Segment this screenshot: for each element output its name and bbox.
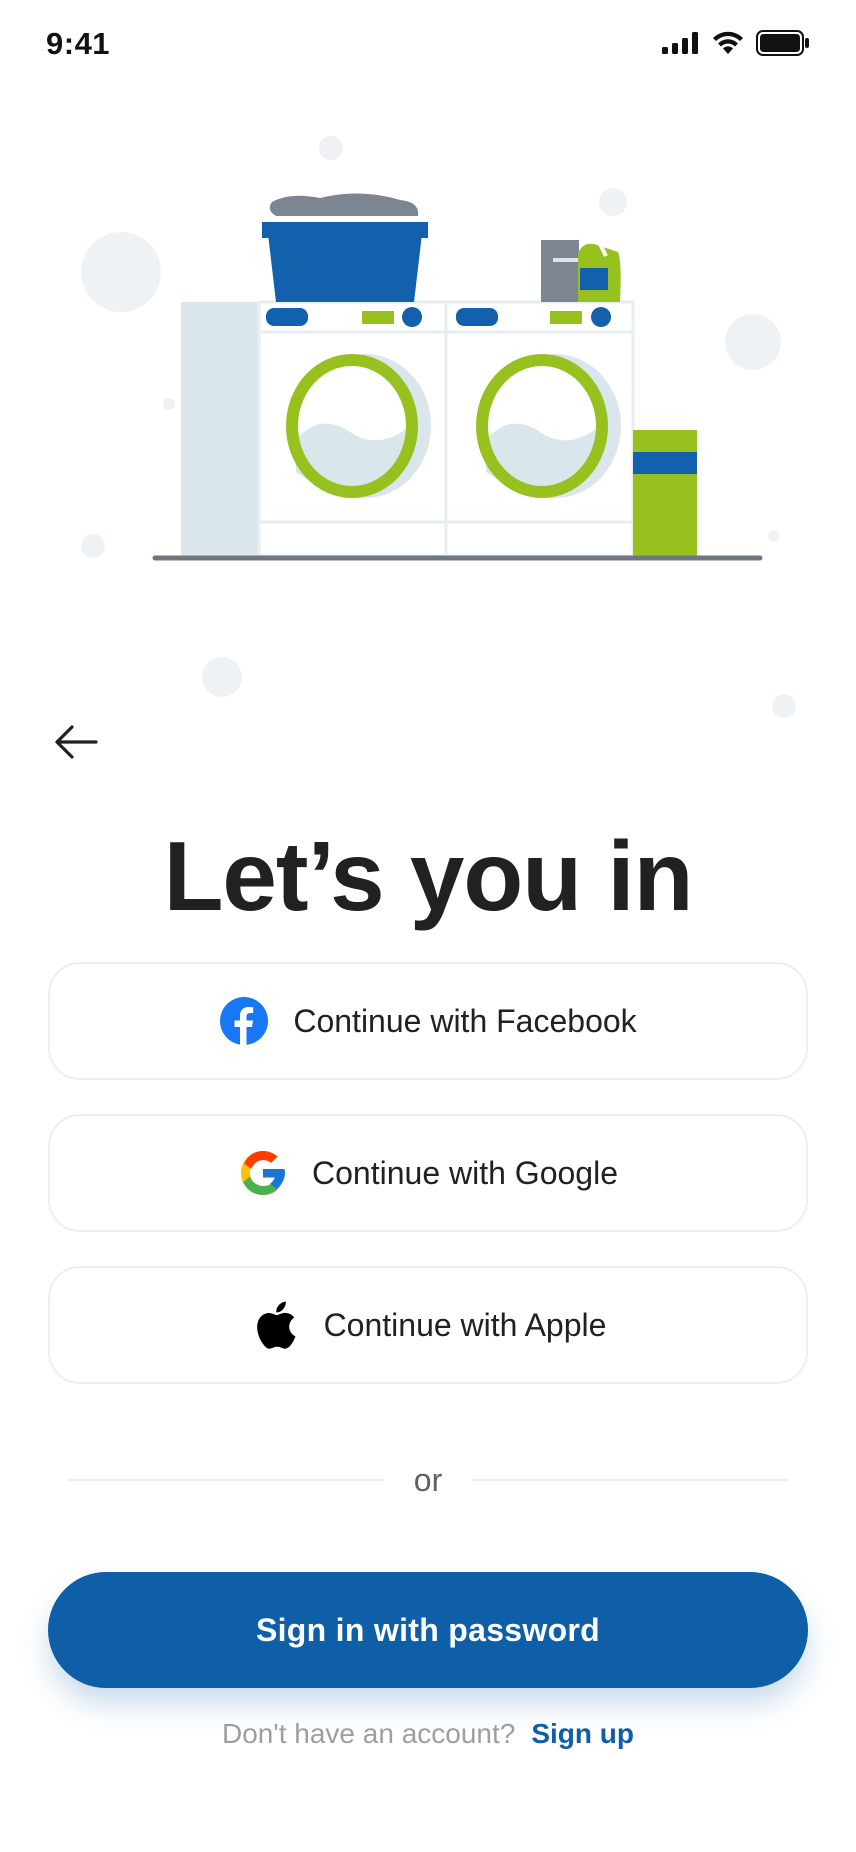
cabinet [181, 302, 259, 556]
continue-with-facebook-button[interactable]: Continue with Facebook [48, 962, 808, 1080]
divider-line-right [472, 1479, 789, 1481]
facebook-icon [219, 996, 269, 1046]
continue-with-google-label: Continue with Google [312, 1154, 618, 1191]
back-button[interactable] [46, 716, 106, 768]
apple-icon [250, 1300, 300, 1350]
washer-left-door [286, 354, 431, 498]
bucket [633, 430, 697, 556]
battery-icon [756, 30, 809, 56]
continue-with-facebook-label: Continue with Facebook [293, 1002, 637, 1039]
page-title: Let’s you in [163, 821, 694, 931]
or-divider: or [68, 1458, 789, 1502]
continue-with-google-button[interactable]: Continue with Google [48, 1114, 808, 1232]
status-icons [662, 30, 810, 56]
continue-with-apple-label: Continue with Apple [323, 1306, 607, 1343]
wifi-icon [713, 31, 743, 54]
sign-up-link[interactable]: Sign up [531, 1718, 634, 1750]
signup-prompt-text: Don't have an account? [222, 1718, 516, 1749]
arrow-left-icon [55, 725, 98, 759]
status-bar: 9:41 [0, 0, 856, 92]
divider-line-left [68, 1479, 384, 1481]
washer-right-door [476, 354, 621, 498]
status-time: 9:41 [46, 26, 111, 61]
laundry-machines-illustration [81, 136, 796, 718]
divider-text: or [413, 1461, 443, 1498]
google-icon [238, 1148, 288, 1198]
signup-prompt: Don't have an account? Sign up [0, 1718, 856, 1750]
continue-with-apple-button[interactable]: Continue with Apple [48, 1266, 808, 1384]
sign-in-with-password-button[interactable]: Sign in with password [48, 1572, 808, 1688]
laundry-basket [262, 193, 428, 302]
cellular-signal-icon [662, 32, 698, 54]
detergent [541, 240, 621, 302]
